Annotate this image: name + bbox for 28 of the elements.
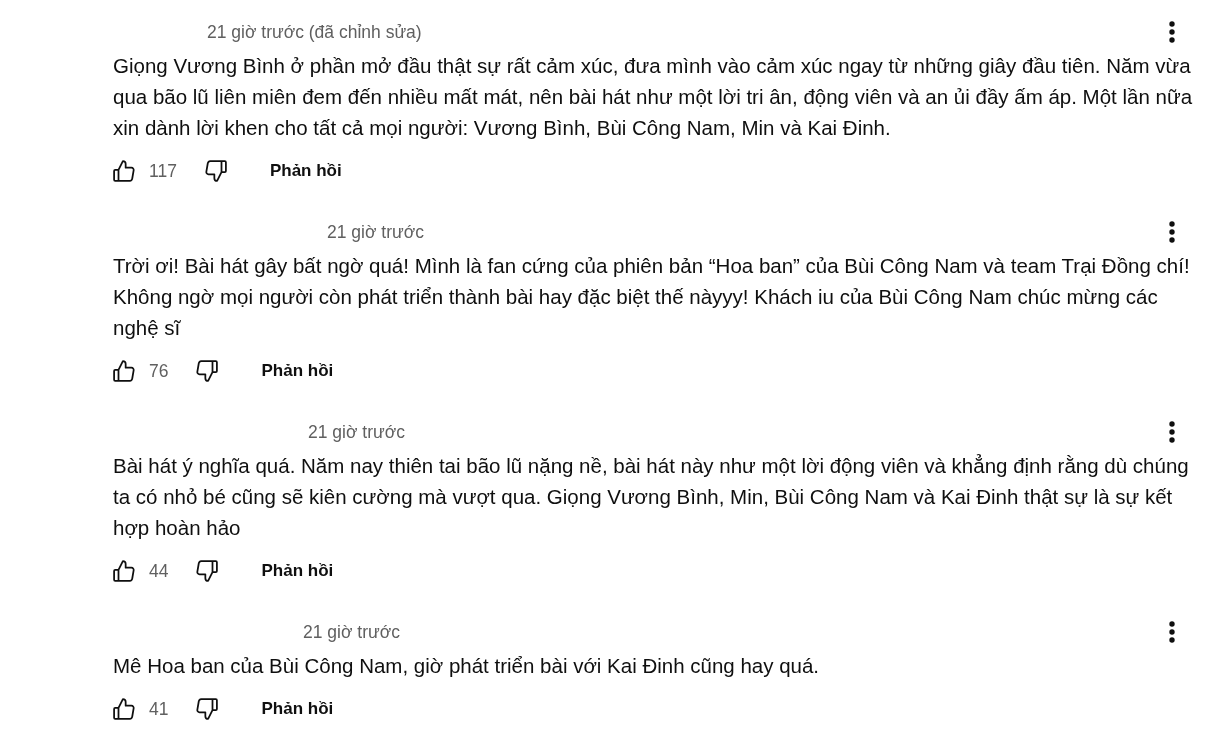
comment-text: Mê Hoa ban của Bùi Công Nam, giờ phát triển bài với Kai Đinh cũng hay quá. [113,653,821,679]
timestamp: 21 giờ trước (đã chỉnh sửa) [207,21,422,44]
kebab-menu-icon[interactable] [1169,221,1175,243]
reply-button[interactable]: Phản hồi [251,151,360,191]
thumbs-down-icon[interactable] [196,560,219,582]
comment-text: Trời ơi! Bài hát gây bất ngờ quá! Mình là fan cứng của phiên bản “Hoa ban” của Bùi Công Nam và team Trại Đồng chí! Không ngờ mọi người còn phát triển thành bài hay đặc biệt thế nàyyy! Khách iu của Bùi Công Nam chúc mừng các nghệ sĩ [113,253,1191,341]
comment-text: Bài hát ý nghĩa quá. Năm nay thiên tai bão lũ nặng nề, bài hát này như một lời động viên và khẳng định rằng dù chúng ta có nhỏ bé cũng sẽ kiên cường mà vượt qua. Giọng Vương Bình, Min, Bùi Công Nam và Kai Đinh thật sự là sự kết hợp hoàn hảo [113,453,1190,541]
thumbs-up-icon[interactable] [113,160,135,182]
timestamp: 21 giờ trước [303,621,400,644]
reply-button[interactable]: Phản hồi [243,551,352,591]
reply-button[interactable]: Phản hồi [243,689,352,729]
kebab-menu-icon[interactable] [1169,621,1175,643]
timestamp: 21 giờ trước [308,421,405,444]
kebab-menu-icon[interactable] [1169,421,1175,443]
kebab-menu-icon[interactable] [1169,21,1175,43]
timestamp: 21 giờ trước [327,221,424,244]
reply-button[interactable]: Phản hồi [243,351,352,391]
like-count: 41 [149,698,169,720]
like-count: 117 [149,160,177,182]
comment-text: Giọng Vương Bình ở phần mở đầu thật sự rất cảm xúc, đưa mình vào cảm xúc ngay từ những giây đầu tiên. Năm vừa qua bão lũ liên miên đem đến nhiều mất mát, nên bài hát như một lời tri ân, động viên và an ủi đầy ấm áp. Một lần nữa xin dành lời khen cho tất cả mọi người: Vương Bình, Bùi Công Nam, Min và Kai Đinh. [113,53,1194,141]
thumbs-up-icon[interactable] [113,698,135,720]
thumbs-up-icon[interactable] [113,560,135,582]
like-count: 44 [149,560,169,582]
thumbs-down-icon[interactable] [196,698,219,720]
like-count: 76 [149,360,169,382]
thumbs-up-icon[interactable] [113,360,135,382]
thumbs-down-icon[interactable] [204,160,227,182]
thumbs-down-icon[interactable] [196,360,219,382]
